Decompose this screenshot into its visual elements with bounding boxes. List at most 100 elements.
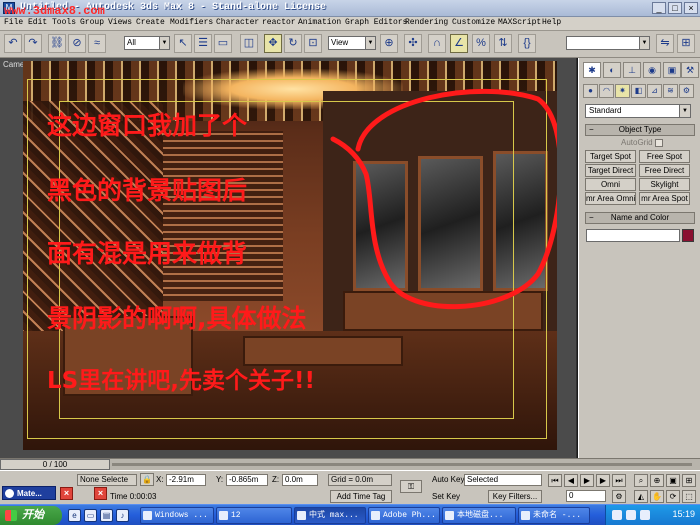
- time-configuration-icon[interactable]: ⚙: [612, 490, 626, 503]
- bind-space-warp-icon[interactable]: ≈: [88, 34, 106, 53]
- folder-icon[interactable]: ▤: [100, 509, 113, 522]
- y-coordinate-field[interactable]: -0.865m: [226, 474, 268, 486]
- menu-views[interactable]: Views: [108, 18, 132, 27]
- lock-selection-icon[interactable]: 🔒: [140, 473, 154, 486]
- unlink-icon[interactable]: ⊘: [68, 34, 86, 53]
- utilities-tab-icon[interactable]: ⚒: [681, 62, 699, 78]
- select-object-icon[interactable]: ↖: [174, 34, 192, 53]
- display-tab-icon[interactable]: ▣: [663, 62, 681, 78]
- skylight-button[interactable]: Skylight: [639, 178, 690, 191]
- reference-coordinate-dropdown[interactable]: View ▼: [328, 36, 376, 50]
- cameras-icon[interactable]: ◧: [631, 84, 646, 98]
- scale-icon[interactable]: ⊡: [304, 34, 322, 53]
- undo-icon[interactable]: ↶: [4, 34, 22, 53]
- task-3dsmax[interactable]: 中式 max...: [294, 507, 366, 524]
- maximize-viewport-icon[interactable]: ⬚: [682, 490, 696, 503]
- start-button[interactable]: 开始: [0, 506, 62, 525]
- menu-customize[interactable]: Customize: [452, 18, 495, 27]
- orbit-icon[interactable]: ⟳: [666, 490, 680, 503]
- menu-character[interactable]: Character: [216, 18, 259, 27]
- previous-frame-icon[interactable]: ◀: [564, 474, 578, 487]
- maxscript-listener-task[interactable]: Mate...: [2, 486, 56, 500]
- select-by-name-icon[interactable]: ☰: [194, 34, 212, 53]
- menu-maxscript[interactable]: MAXScript: [498, 18, 541, 27]
- pivot-center-icon[interactable]: ⊕: [380, 34, 398, 53]
- network-icon[interactable]: [612, 510, 622, 520]
- minimize-button[interactable]: _: [652, 2, 666, 14]
- key-icon[interactable]: ⚿: [400, 480, 422, 493]
- zoom-all-icon[interactable]: ⊕: [650, 474, 664, 487]
- target-direct-button[interactable]: Target Direct: [585, 164, 636, 177]
- maximize-button[interactable]: □: [668, 2, 682, 14]
- snap-toggle-icon[interactable]: ∩: [428, 34, 446, 53]
- free-direct-button[interactable]: Free Direct: [639, 164, 690, 177]
- go-to-end-icon[interactable]: ⏭: [612, 474, 626, 487]
- key-mode-dropdown[interactable]: Selected: [464, 474, 542, 486]
- link-icon[interactable]: ⛓: [48, 34, 66, 53]
- next-frame-icon[interactable]: ▶: [596, 474, 610, 487]
- omni-button[interactable]: Omni: [585, 178, 636, 191]
- zoom-extents-all-icon[interactable]: ⊞: [682, 474, 696, 487]
- menu-rendering[interactable]: Rendering: [405, 18, 448, 27]
- hierarchy-tab-icon[interactable]: ⊥: [623, 62, 641, 78]
- rotate-icon[interactable]: ↻: [284, 34, 302, 53]
- close-icon[interactable]: ×: [60, 487, 73, 500]
- menu-modifiers[interactable]: Modifiers: [170, 18, 213, 27]
- go-to-start-icon[interactable]: ⏮: [548, 474, 562, 487]
- category-dropdown[interactable]: Standard ▼: [585, 104, 691, 118]
- play-icon[interactable]: ▶: [580, 474, 594, 487]
- mirror-icon[interactable]: ⇋: [656, 34, 674, 53]
- create-tab-icon[interactable]: ✱: [583, 62, 601, 78]
- menu-group[interactable]: Group: [80, 18, 104, 27]
- timeline-track[interactable]: [112, 463, 692, 466]
- task-windows[interactable]: Windows ...: [140, 507, 214, 524]
- x-coordinate-field[interactable]: -2.91m: [166, 474, 206, 486]
- object-color-swatch[interactable]: [682, 229, 694, 242]
- key-filters-button[interactable]: Key Filters...: [488, 490, 542, 503]
- name-and-color-rollout[interactable]: − Name and Color: [585, 212, 695, 224]
- modify-tab-icon[interactable]: ◐: [603, 62, 621, 78]
- redo-icon[interactable]: ↷: [24, 34, 42, 53]
- spinner-snap-icon[interactable]: ⇅: [494, 34, 512, 53]
- task-folder-12[interactable]: 12: [216, 507, 292, 524]
- rect-selection-icon[interactable]: ▭: [214, 34, 232, 53]
- antivirus-icon[interactable]: [640, 510, 650, 520]
- z-coordinate-field[interactable]: 0.0m: [282, 474, 318, 486]
- mr-area-spot-button[interactable]: mr Area Spot: [639, 192, 690, 205]
- menu-file[interactable]: File: [4, 18, 23, 27]
- time-slider[interactable]: 0 / 100: [0, 459, 110, 470]
- autogrid-checkbox[interactable]: AutoGrid: [621, 138, 665, 147]
- close-button[interactable]: ×: [684, 2, 698, 14]
- lights-icon[interactable]: ✷: [615, 84, 630, 98]
- space-warps-icon[interactable]: ≋: [663, 84, 678, 98]
- close-icon[interactable]: ×: [94, 487, 107, 500]
- menu-graph-editors[interactable]: Graph Editors: [345, 18, 407, 27]
- set-key-label[interactable]: Set Key: [432, 492, 460, 501]
- motion-tab-icon[interactable]: ◉: [643, 62, 661, 78]
- volume-icon[interactable]: [626, 510, 636, 520]
- move-icon[interactable]: ✥: [264, 34, 282, 53]
- named-selection-dropdown[interactable]: ▼: [566, 36, 650, 50]
- zoom-icon[interactable]: ⌕: [634, 474, 648, 487]
- menu-animation[interactable]: Animation: [298, 18, 341, 27]
- object-type-rollout[interactable]: − Object Type: [585, 124, 695, 136]
- field-of-view-icon[interactable]: ◭: [634, 490, 648, 503]
- angle-snap-icon[interactable]: ∠: [450, 34, 468, 53]
- window-crossing-icon[interactable]: ◫: [240, 34, 258, 53]
- geometry-icon[interactable]: ●: [583, 84, 598, 98]
- free-spot-button[interactable]: Free Spot: [639, 150, 690, 163]
- edit-named-selection-icon[interactable]: {}: [518, 34, 536, 53]
- zoom-extents-icon[interactable]: ▣: [666, 474, 680, 487]
- desktop-icon[interactable]: ▭: [84, 509, 97, 522]
- pan-icon[interactable]: ✋: [650, 490, 664, 503]
- ie-icon[interactable]: e: [68, 509, 81, 522]
- menu-reactor[interactable]: reactor: [262, 18, 296, 27]
- camera-viewport[interactable]: Camera01 这边窗口我加了个 黑色的背景贴图后 面有混是用来做背 景阴影的…: [0, 58, 577, 458]
- task-local-disk[interactable]: 本地磁盘...: [442, 507, 516, 524]
- percent-snap-icon[interactable]: %: [472, 34, 490, 53]
- align-icon[interactable]: ⊞: [677, 34, 695, 53]
- helpers-icon[interactable]: ⊿: [647, 84, 662, 98]
- media-icon[interactable]: ♪: [116, 509, 129, 522]
- shapes-icon[interactable]: ◠: [599, 84, 614, 98]
- target-spot-button[interactable]: Target Spot: [585, 150, 636, 163]
